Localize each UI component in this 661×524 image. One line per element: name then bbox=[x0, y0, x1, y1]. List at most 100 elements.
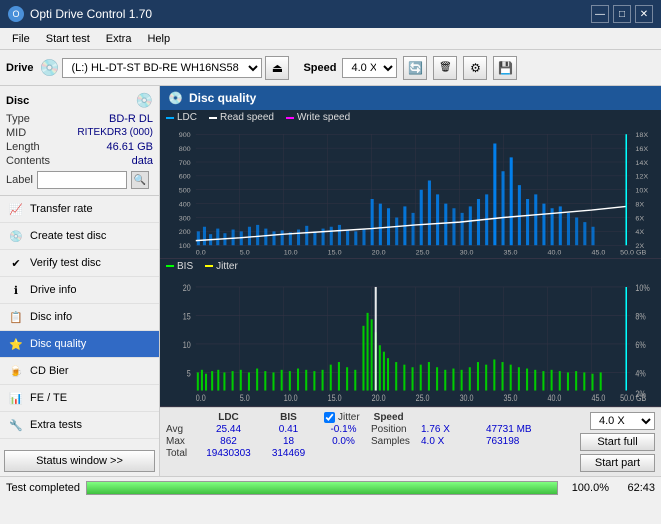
svg-text:10X: 10X bbox=[635, 188, 648, 195]
speed-label: Speed bbox=[303, 62, 336, 74]
content-area: 💿 Disc quality LDC Read speed bbox=[160, 86, 661, 476]
legend-jitter: Jitter bbox=[205, 261, 238, 272]
eject-button[interactable]: ⏏ bbox=[265, 56, 289, 80]
close-button[interactable]: ✕ bbox=[635, 5, 653, 23]
menu-file[interactable]: File bbox=[4, 31, 38, 47]
drive-select[interactable]: (L:) HL-DT-ST BD-RE WH16NS58 TST4 bbox=[62, 58, 262, 78]
nav-cd-bier[interactable]: 🍺 CD Bier bbox=[0, 358, 159, 385]
svg-text:400: 400 bbox=[179, 202, 191, 209]
svg-text:25.0: 25.0 bbox=[416, 250, 430, 255]
status-window-button[interactable]: Status window >> bbox=[4, 450, 155, 472]
svg-text:900: 900 bbox=[179, 132, 191, 139]
menu-extra[interactable]: Extra bbox=[98, 31, 140, 47]
stats-total-ldc: 19430303 bbox=[196, 448, 261, 459]
title-bar-controls: — □ ✕ bbox=[591, 5, 653, 23]
disc-length-row: Length 46.61 GB bbox=[6, 141, 153, 153]
disc-icon-toolbar: 💿 bbox=[40, 58, 60, 78]
nav-fe-te[interactable]: 📊 FE / TE bbox=[0, 385, 159, 412]
config-button[interactable]: ⚙ bbox=[463, 56, 487, 80]
elapsed-time: 62:43 bbox=[615, 482, 655, 494]
stats-avg-ldc: 25.44 bbox=[196, 424, 261, 435]
disc-info-icon: 📋 bbox=[8, 309, 24, 325]
maximize-button[interactable]: □ bbox=[613, 5, 631, 23]
legend-write-speed-label: Write speed bbox=[297, 112, 350, 123]
menu-help[interactable]: Help bbox=[139, 31, 178, 47]
legend-bis: BIS bbox=[166, 261, 193, 272]
chart1-svg: 900 800 700 600 500 400 300 200 100 18X … bbox=[160, 125, 661, 255]
legend-ldc-label: LDC bbox=[177, 112, 197, 123]
legend-bis-label: BIS bbox=[177, 261, 193, 272]
svg-text:10: 10 bbox=[183, 340, 191, 350]
create-test-disc-icon: 💿 bbox=[8, 228, 24, 244]
nav-disc-info[interactable]: 📋 Disc info bbox=[0, 304, 159, 331]
stats-max-ldc: 862 bbox=[196, 436, 261, 447]
svg-text:5: 5 bbox=[187, 368, 191, 378]
nav-create-test-disc-label: Create test disc bbox=[30, 230, 106, 242]
svg-text:25.0: 25.0 bbox=[416, 393, 430, 403]
legend-read-speed: Read speed bbox=[209, 112, 274, 123]
nav-extra-tests[interactable]: 🔧 Extra tests bbox=[0, 412, 159, 439]
stats-position-label: Position bbox=[371, 424, 421, 435]
nav-disc-quality-label: Disc quality bbox=[30, 338, 86, 350]
content-header-title: Disc quality bbox=[189, 91, 256, 105]
stats-samples-label: Samples bbox=[371, 436, 421, 447]
jitter-checkbox-label: Jitter bbox=[338, 412, 360, 423]
disc-contents-row: Contents data bbox=[6, 155, 153, 167]
legend-write-speed-dot bbox=[286, 117, 294, 119]
chart2-container: BIS Jitter bbox=[160, 259, 661, 408]
nav-verify-test-disc[interactable]: ✔ Verify test disc bbox=[0, 250, 159, 277]
svg-text:500: 500 bbox=[179, 188, 191, 195]
title-bar: O Opti Drive Control 1.70 — □ ✕ bbox=[0, 0, 661, 28]
progress-percent: 100.0% bbox=[564, 482, 609, 494]
svg-text:50.0 GB: 50.0 GB bbox=[620, 393, 647, 403]
stats-position-val: 47731 MB bbox=[486, 424, 551, 435]
app-title: Opti Drive Control 1.70 bbox=[30, 7, 152, 21]
disc-mid-value: RITEKDR3 (000) bbox=[77, 127, 153, 139]
legend-ldc: LDC bbox=[166, 112, 197, 123]
svg-text:12X: 12X bbox=[635, 174, 648, 181]
speed-right-select[interactable]: 4.0 X bbox=[590, 412, 655, 430]
disc-quality-icon: ⭐ bbox=[8, 336, 24, 352]
erase-button[interactable]: 🗑 bbox=[433, 56, 457, 80]
svg-text:10.0: 10.0 bbox=[284, 393, 298, 403]
nav-transfer-rate[interactable]: 📈 Transfer rate bbox=[0, 196, 159, 223]
save-button[interactable]: 💾 bbox=[493, 56, 517, 80]
svg-text:20: 20 bbox=[183, 283, 191, 293]
svg-text:4%: 4% bbox=[635, 368, 645, 378]
svg-text:35.0: 35.0 bbox=[504, 393, 518, 403]
nav-fe-te-label: FE / TE bbox=[30, 392, 67, 404]
content-header-icon: 💿 bbox=[168, 91, 183, 105]
legend-bis-dot bbox=[166, 265, 174, 267]
disc-label-btn[interactable]: 🔍 bbox=[131, 171, 149, 189]
extra-tests-icon: 🔧 bbox=[8, 417, 24, 433]
svg-text:40.0: 40.0 bbox=[548, 393, 562, 403]
status-bar: Test completed 100.0% 62:43 bbox=[0, 476, 661, 498]
speed-select[interactable]: 4.0 X1.0 X2.0 X8.0 X bbox=[342, 58, 397, 78]
nav-create-test-disc[interactable]: 💿 Create test disc bbox=[0, 223, 159, 250]
disc-panel-header: Disc 💿 bbox=[6, 92, 153, 109]
stats-avg-jitter: -0.1% bbox=[316, 424, 371, 435]
disc-label-input[interactable] bbox=[37, 171, 127, 189]
stats-samples-val: 763198 bbox=[486, 436, 551, 447]
stats-avg-speed: 1.76 X bbox=[421, 424, 486, 435]
svg-text:5.0: 5.0 bbox=[240, 393, 250, 403]
nav-drive-info[interactable]: ℹ Drive info bbox=[0, 277, 159, 304]
disc-label-row: Label 🔍 bbox=[6, 171, 153, 189]
stats-total-bis: 314469 bbox=[261, 448, 316, 459]
status-text: Test completed bbox=[6, 482, 80, 494]
jitter-checkbox[interactable] bbox=[324, 412, 335, 423]
nav-disc-quality[interactable]: ⭐ Disc quality bbox=[0, 331, 159, 358]
fe-te-icon: 📊 bbox=[8, 390, 24, 406]
svg-text:35.0: 35.0 bbox=[504, 250, 518, 255]
disc-panel-icon: 💿 bbox=[136, 92, 153, 109]
content-header: 💿 Disc quality bbox=[160, 86, 661, 110]
menu-start-test[interactable]: Start test bbox=[38, 31, 98, 47]
cd-bier-icon: 🍺 bbox=[8, 363, 24, 379]
minimize-button[interactable]: — bbox=[591, 5, 609, 23]
disc-length-value: 46.61 GB bbox=[107, 141, 153, 153]
start-full-button[interactable]: Start full bbox=[580, 433, 655, 451]
start-part-button[interactable]: Start part bbox=[580, 454, 655, 472]
svg-text:45.0: 45.0 bbox=[591, 250, 605, 255]
refresh-button[interactable]: 🔄 bbox=[403, 56, 427, 80]
verify-test-disc-icon: ✔ bbox=[8, 255, 24, 271]
